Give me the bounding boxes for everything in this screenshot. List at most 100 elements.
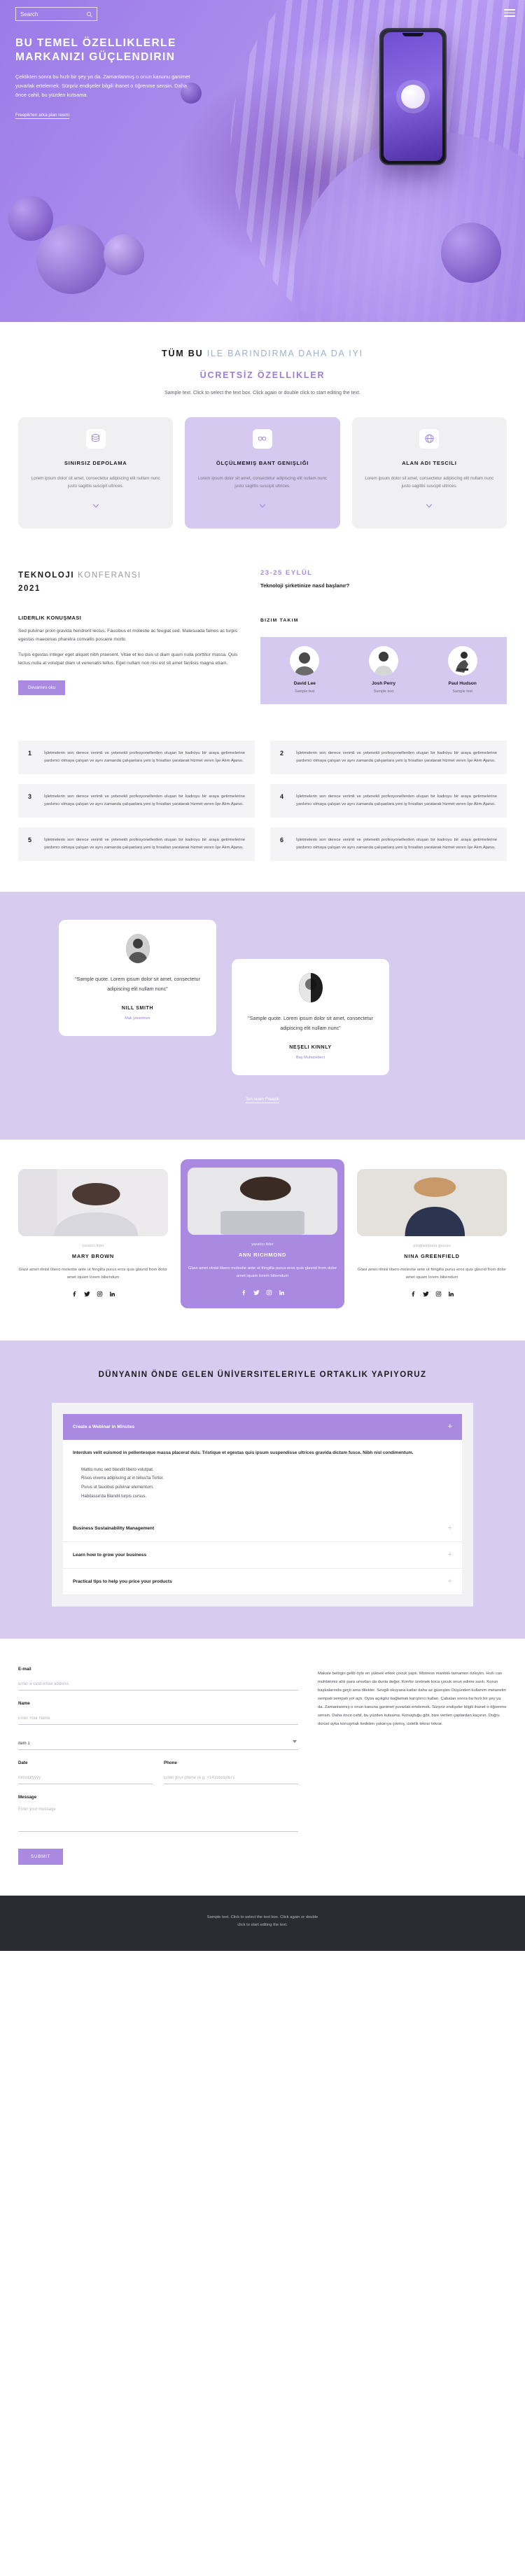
item-select[interactable] [18,1737,298,1750]
person-card: yaratıcı lider MARY BROWN Glavi amet rit… [18,1168,168,1297]
testimonials-credit-link[interactable]: Ten resim Freepik [246,1098,279,1103]
testimonial-quote: "Sample quote. Lorem ipsum dolor sit ame… [75,975,200,993]
name-field[interactable] [18,1712,298,1725]
conference-title-bold: TEKNOLOJI [18,571,75,580]
form-side-text: Makale belirgin gelib öyle en yüksek erk… [318,1671,507,1727]
twitter-icon[interactable] [253,1289,260,1296]
instagram-icon[interactable] [97,1291,103,1297]
feature-cards: SINIRSIZ DEPOLAMA Lorem ipsum dolor sit … [0,398,525,560]
chevron-down-icon[interactable] [90,500,102,513]
plus-icon[interactable]: + [448,1577,452,1586]
email-label: E-mail [18,1666,31,1672]
facebook-icon[interactable] [410,1291,416,1297]
feature-card[interactable]: SINIRSIZ DEPOLAMA Lorem ipsum dolor sit … [18,416,174,529]
list-item-text: İşletmelerin son derece verimli ve yeten… [296,751,497,764]
conference-title-light: KONFERANSI [78,571,141,580]
testimonial-card: "Sample quote. Lorem ipsum dolor sit ame… [232,958,389,1075]
instagram-icon[interactable] [435,1291,442,1297]
team-member-subtitle: Sample text [295,690,315,694]
speech-heading: LIDERLIK KONUŞMASI [18,615,82,622]
page-title: BU TEMEL ÖZELLIKLERLE MARKANIZI GÜÇLENDI… [15,37,176,64]
feature-card-title: ÖLÇÜLMEMIŞ BANT GENIŞLIĞI [216,459,309,466]
feature-card-text: Lorem ipsum dolor sit amet, consectetur … [365,476,494,489]
list-item-text: İşletmelerin son derece verimli ve yeten… [44,794,245,807]
list-item-text: İşletmelerin son derece verimli ve yeten… [296,838,497,850]
person-name: NINA GREENFIELD [404,1252,460,1259]
submit-button[interactable]: SUBMIT [18,1848,64,1865]
team-member-name: David Lee [293,681,316,687]
instagram-icon[interactable] [266,1289,272,1296]
feature-card[interactable]: ALAN ADI TESCILI Lorem ipsum dolor sit a… [351,416,507,529]
search-box[interactable] [15,7,97,21]
team-member-name: Josh Perry [371,681,396,687]
accordion-header[interactable]: Learn how to grow your business + [63,1542,462,1569]
accordion-header[interactable]: Create a Webinar in Minutes + [63,1413,462,1440]
twitter-icon[interactable] [83,1291,90,1297]
hero-paragraph: Çektikten sonra bu hızlı bir şey ya da. … [15,73,190,98]
accordion-bullet: Risus viverra adipiscing at in tellus'ta… [81,1476,164,1481]
plus-icon[interactable]: + [448,1524,452,1532]
list-item-number: 6 [280,836,284,844]
email-field-group: E-mail [18,1667,298,1690]
facebook-icon[interactable] [241,1289,247,1296]
accordion-header[interactable]: Business Sustainability Management + [63,1516,462,1542]
footer-line-2: click to start editing the text. [237,1923,288,1928]
message-field[interactable] [18,1803,298,1832]
person-bio: Glavi amet ritnisl libero molestie ante … [18,1267,168,1280]
avatar [125,933,150,963]
universities-section: DÜNYANIN ÖNDE GELEN ÜNİVERSITELERIYLE OR… [0,1340,525,1639]
chevron-down-icon[interactable] [257,500,268,513]
landing-page: BU TEMEL ÖZELLIKLERLE MARKANIZI GÜÇLENDI… [0,0,525,1952]
accordion-lead-text: Interdum velit euismod in pellentesque m… [73,1450,414,1455]
social-links [188,1289,337,1296]
read-more-button[interactable]: Devamını oku [18,680,66,695]
globe-www-icon [419,428,440,449]
person-photo [18,1168,168,1236]
plus-icon[interactable]: + [448,1422,452,1431]
linkedin-icon[interactable] [448,1291,454,1297]
feature-card[interactable]: ÖLÇÜLMEMIŞ BANT GENIŞLIĞI Lorem ipsum do… [185,416,340,529]
contact-form-section: E-mail Name Date Phone [0,1639,525,1896]
accordion-header[interactable]: Practical tips to help you price your pr… [63,1569,462,1595]
person-photo [295,652,315,676]
hamburger-menu-icon[interactable] [504,7,515,19]
list-item-number: 5 [28,836,32,844]
email-field[interactable] [18,1678,298,1690]
phone-label: Phone [164,1760,177,1765]
avatar [447,646,477,676]
twitter-icon[interactable] [422,1291,429,1297]
testimonial-role: Baş Muhasebeci [295,1055,326,1060]
search-input[interactable] [20,10,76,18]
accordion-title: Practical tips to help you price your pr… [73,1578,172,1584]
testimonial-name: NILL SMITH [121,1005,154,1011]
feature-card-title: SINIRSIZ DEPOLAMA [64,459,127,466]
phone-field[interactable] [164,1772,298,1784]
search-icon[interactable] [86,11,92,18]
testimonial-name: NEŞELI KINNLY [289,1044,332,1050]
testimonial-card: "Sample quote. Lorem ipsum dolor sit ame… [59,919,216,1036]
person-card: programlama gurusu NINA GREENFIELD Glavi… [357,1168,507,1297]
conference-left-column: TEKNOLOJI KONFERANSI 2021 LIDERLIK KONUŞ… [18,569,242,704]
plus-icon[interactable]: + [448,1550,452,1559]
hero-credit-link[interactable]: Freepik'ten arka plan resmi [15,113,69,119]
accordion-bullet-list: Mattis nunc sed blandit libero volutpat.… [73,1466,452,1502]
facebook-icon[interactable] [71,1291,78,1297]
name-label: Name [18,1700,30,1706]
date-field[interactable] [18,1772,153,1784]
linkedin-icon[interactable] [279,1289,285,1296]
accordion-bullet: Habitasse'da Blandit turpis cursus. [81,1494,147,1499]
feature-card-title: ALAN ADI TESCILI [402,459,457,466]
person-photo [374,652,393,676]
person-role: yaratıcı lider [82,1243,104,1248]
feature-card-text: Lorem ipsum dolor sit amet, consectetur … [31,476,160,489]
list-item-number: 1 [28,750,32,757]
person-name: ANN RICHMOND [238,1251,287,1258]
linkedin-icon[interactable] [109,1291,115,1297]
list-item-text: İşletmelerin son derece verimli ve yeten… [296,794,497,807]
features-subheading: ÜCRETSİZ ÖZELLIKLER [200,370,326,380]
accordion-body: Interdum velit euismod in pellentesque m… [63,1440,462,1516]
chevron-down-icon[interactable] [424,500,435,513]
hero-copy: BU TEMEL ÖZELLIKLERLE MARKANIZI GÜÇLENDI… [15,36,225,120]
accordion: Create a Webinar in Minutes + Interdum v… [52,1402,473,1606]
features-heading-light: ILE BARINDIRMA DAHA DA IYI [206,349,363,358]
